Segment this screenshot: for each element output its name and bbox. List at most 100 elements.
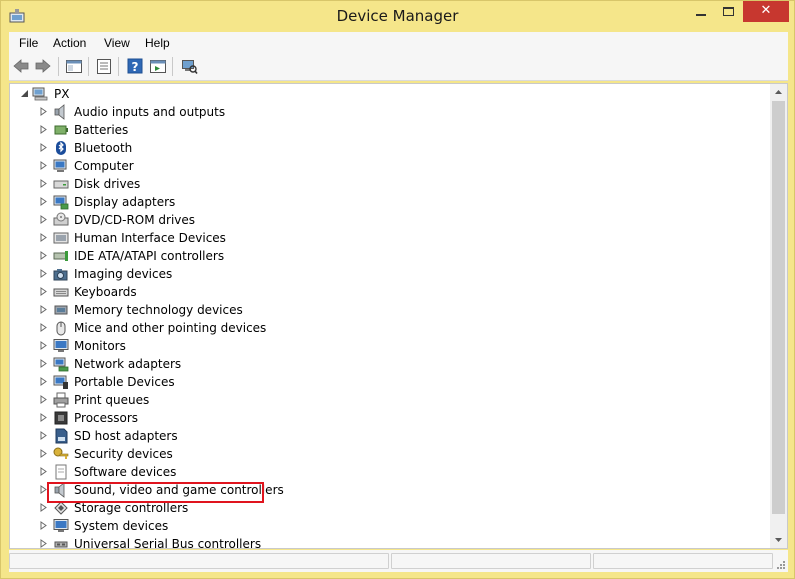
tree-item-label: Memory technology devices <box>74 303 243 317</box>
network-adapter-icon <box>53 357 69 372</box>
expand-icon[interactable] <box>39 503 48 512</box>
key-icon <box>53 447 69 459</box>
tree-item[interactable]: Imaging devices <box>10 265 750 283</box>
properties-icon[interactable] <box>95 57 113 75</box>
menu-file[interactable]: File <box>19 36 38 50</box>
scrollbar-thumb[interactable] <box>772 101 785 514</box>
toolbar: ? <box>9 52 788 81</box>
tree-item[interactable]: Monitors <box>10 337 750 355</box>
tree-item[interactable]: Software devices <box>10 463 750 481</box>
expand-icon[interactable] <box>39 269 48 278</box>
tree-root[interactable]: PX <box>10 85 750 103</box>
menu-view[interactable]: View <box>104 36 130 50</box>
close-button[interactable]: ✕ <box>743 1 789 22</box>
tree-item[interactable]: Portable Devices <box>10 373 750 391</box>
mouse-icon <box>56 321 66 336</box>
tree-item[interactable]: Disk drives <box>10 175 750 193</box>
expand-icon[interactable] <box>39 395 48 404</box>
processor-icon <box>54 411 68 425</box>
expand-icon[interactable] <box>39 431 48 440</box>
close-icon: ✕ <box>760 3 772 18</box>
tree-item[interactable]: Print queues <box>10 391 750 409</box>
tree-item-label: Batteries <box>74 123 129 137</box>
tree-item[interactable]: Mice and other pointing devices <box>10 319 750 337</box>
expand-icon[interactable] <box>39 539 48 548</box>
highlight-box <box>47 482 264 503</box>
tree-item-label: Human Interface Devices <box>74 231 226 245</box>
expand-icon[interactable] <box>39 413 48 422</box>
menu-bar: File Action View Help <box>9 32 788 52</box>
expand-icon[interactable] <box>39 521 48 530</box>
expand-icon[interactable] <box>39 359 48 368</box>
scan-hardware-icon[interactable] <box>180 57 198 75</box>
expand-icon[interactable] <box>39 107 48 116</box>
expand-icon[interactable] <box>39 161 48 170</box>
printer-icon <box>53 392 69 408</box>
tree-item-label: Monitors <box>74 339 126 353</box>
tree-item[interactable]: Bluetooth <box>10 139 750 157</box>
action-pane-icon[interactable] <box>149 57 167 75</box>
tree-item-label: Audio inputs and outputs <box>74 105 226 119</box>
minimize-button[interactable] <box>687 1 715 22</box>
scroll-down-arrow-icon[interactable] <box>770 531 787 548</box>
resize-grip-icon[interactable] <box>776 560 786 570</box>
expand-icon[interactable] <box>39 323 48 332</box>
console-tree-icon[interactable] <box>65 57 83 75</box>
tree-item[interactable]: Network adapters <box>10 355 750 373</box>
expand-icon[interactable] <box>39 179 48 188</box>
tree-item[interactable]: Memory technology devices <box>10 301 750 319</box>
monitor-icon <box>53 339 69 352</box>
root-label: PX <box>54 87 70 101</box>
system-device-icon <box>53 519 69 532</box>
expand-icon[interactable] <box>39 377 48 386</box>
computer-icon <box>32 87 48 101</box>
tree-item-label: DVD/CD-ROM drives <box>74 213 196 227</box>
help-icon[interactable]: ? <box>126 57 144 75</box>
scroll-up-arrow-icon[interactable] <box>770 84 787 101</box>
tree-item-label: Processors <box>74 411 139 425</box>
expand-icon[interactable] <box>39 197 48 206</box>
back-icon[interactable] <box>12 57 30 75</box>
portable-device-icon <box>53 375 68 389</box>
menu-action[interactable]: Action <box>53 36 86 50</box>
title-bar[interactable]: Device Manager ✕ <box>1 1 794 31</box>
forward-icon[interactable] <box>34 57 52 75</box>
expand-icon[interactable] <box>39 251 48 260</box>
expand-icon[interactable] <box>39 143 48 152</box>
tree-item[interactable]: System devices <box>10 517 750 535</box>
sd-card-icon <box>55 428 68 444</box>
tree-item-label: Keyboards <box>74 285 137 299</box>
collapse-icon[interactable] <box>20 89 29 98</box>
vertical-scrollbar[interactable] <box>770 84 787 548</box>
expand-icon[interactable] <box>39 125 48 134</box>
minimize-icon <box>696 14 706 16</box>
tree-item[interactable]: DVD/CD-ROM drives <box>10 211 750 229</box>
tree-item[interactable]: SD host adapters <box>10 427 750 445</box>
tree-item[interactable]: Universal Serial Bus controllers <box>10 535 750 548</box>
tree-item[interactable]: Computer <box>10 157 750 175</box>
device-tree-pane: PX Audio inputs and outputs Batteries Blue… <box>9 83 788 549</box>
speaker-icon <box>54 104 65 120</box>
expand-icon[interactable] <box>39 233 48 242</box>
tree-item[interactable]: IDE ATA/ATAPI controllers <box>10 247 750 265</box>
tree-item[interactable]: Audio inputs and outputs <box>10 103 750 121</box>
tree-item-label: IDE ATA/ATAPI controllers <box>74 249 225 263</box>
tree-item[interactable]: Security devices <box>10 445 750 463</box>
tree-item[interactable]: Keyboards <box>10 283 750 301</box>
expand-icon[interactable] <box>39 215 48 224</box>
expand-icon[interactable] <box>39 305 48 314</box>
svg-text:?: ? <box>132 60 139 74</box>
maximize-button[interactable] <box>715 1 743 22</box>
expand-icon[interactable] <box>39 341 48 350</box>
tree-item[interactable]: Display adapters <box>10 193 750 211</box>
tree-item-label: Mice and other pointing devices <box>74 321 267 335</box>
tree-item[interactable]: Human Interface Devices <box>10 229 750 247</box>
expand-icon[interactable] <box>39 467 48 476</box>
tree-item[interactable]: Batteries <box>10 121 750 139</box>
tree-item[interactable]: Processors <box>10 409 750 427</box>
hid-icon <box>53 232 69 244</box>
expand-icon[interactable] <box>39 287 48 296</box>
menu-help[interactable]: Help <box>145 36 170 50</box>
expand-icon[interactable] <box>39 449 48 458</box>
keyboard-icon <box>53 288 69 297</box>
